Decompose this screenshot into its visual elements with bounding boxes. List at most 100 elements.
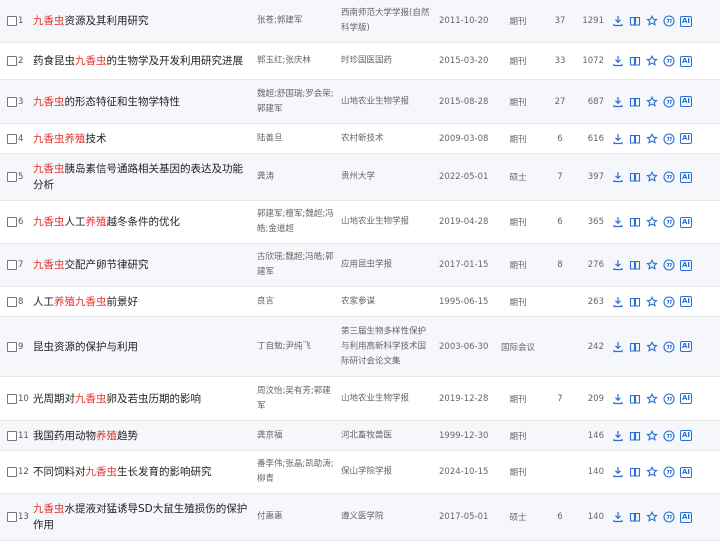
favorite-icon[interactable] (646, 171, 658, 183)
authors[interactable]: 张苍;郭建军 (257, 14, 339, 29)
ai-icon[interactable]: AI (679, 171, 693, 183)
source[interactable]: 西南师范大学学报(自然科学版) (341, 6, 433, 36)
cited-count[interactable]: 7 (548, 172, 572, 182)
authors[interactable]: 番李伟;张晶;凯助涛;柳青 (257, 457, 339, 487)
article-title-link[interactable]: 昆虫资源的保护与利用 (33, 339, 251, 355)
authors[interactable]: 龚涛 (257, 170, 339, 185)
read-online-icon[interactable] (629, 15, 641, 27)
quote-icon[interactable] (663, 340, 675, 353)
quote-icon[interactable] (663, 295, 675, 308)
favorite-icon[interactable] (646, 295, 658, 308)
quote-icon[interactable] (663, 466, 675, 478)
source[interactable]: 保山学院学报 (341, 465, 433, 480)
source[interactable]: 贵州大学 (341, 170, 433, 185)
row-checkbox[interactable] (7, 467, 17, 477)
article-title-link[interactable]: 九香虫资源及其利用研究 (33, 13, 251, 29)
authors[interactable]: 良言 (257, 294, 339, 309)
ai-icon[interactable]: AI (679, 296, 693, 308)
row-checkbox[interactable] (7, 56, 17, 66)
source[interactable]: 农村新技术 (341, 131, 433, 146)
read-online-icon[interactable] (629, 393, 641, 405)
read-online-icon[interactable] (629, 55, 641, 67)
authors[interactable]: 付惠惠 (257, 510, 339, 525)
read-online-icon[interactable] (629, 511, 641, 523)
source[interactable]: 第三届生物多样性保护与利用高新科学技术国际研讨会论文集 (341, 324, 433, 369)
quote-icon[interactable] (663, 259, 675, 271)
ai-icon[interactable]: AI (679, 341, 693, 353)
authors[interactable]: 郭建军;檀军;魏超;冯皓;金道超 (257, 207, 339, 237)
article-title-link[interactable]: 九香虫养殖技术 (33, 131, 251, 147)
download-icon[interactable] (612, 15, 624, 27)
article-title-link[interactable]: 九香虫人工养殖越冬条件的优化 (33, 214, 251, 230)
read-online-icon[interactable] (629, 296, 641, 308)
ai-icon[interactable]: AI (679, 393, 693, 405)
article-title-link[interactable]: 九香虫胰岛素信号通路相关基因的表达及功能分析 (33, 161, 251, 193)
download-icon[interactable] (612, 296, 624, 308)
download-icon[interactable] (612, 511, 624, 523)
download-icon[interactable] (612, 393, 624, 405)
cited-count[interactable]: 37 (548, 16, 572, 26)
quote-icon[interactable] (663, 429, 675, 442)
row-checkbox[interactable] (7, 217, 17, 227)
row-checkbox[interactable] (7, 133, 17, 144)
source[interactable]: 山地农业生物学报 (341, 215, 433, 230)
cited-count[interactable]: 6 (548, 134, 572, 144)
cited-count[interactable]: 33 (548, 56, 572, 66)
article-title-link[interactable]: 九香虫水提液对猛诱导SD大鼠生殖损伤的保护作用 (33, 501, 251, 533)
favorite-icon[interactable] (646, 95, 658, 108)
cited-count[interactable]: 6 (548, 512, 572, 522)
ai-icon[interactable]: AI (679, 216, 693, 228)
download-icon[interactable] (612, 466, 624, 478)
row-checkbox[interactable] (7, 96, 17, 107)
ai-icon[interactable]: AI (679, 259, 693, 271)
download-icon[interactable] (612, 133, 624, 145)
authors[interactable]: 魏超;舒国瑞;罗会荣;郭建军 (257, 87, 339, 117)
read-online-icon[interactable] (629, 466, 641, 478)
source[interactable]: 应用昆虫学报 (341, 258, 433, 273)
download-icon[interactable] (612, 259, 624, 271)
article-title-link[interactable]: 不同饲料对九香虫生长发育的影响研究 (33, 464, 251, 480)
cited-count[interactable]: 6 (548, 217, 572, 227)
authors[interactable]: 陆善旦 (257, 131, 339, 146)
article-title-link[interactable]: 人工养殖九香虫前景好 (33, 294, 251, 310)
read-online-icon[interactable] (629, 216, 641, 228)
read-online-icon[interactable] (629, 259, 641, 271)
cited-count[interactable]: 7 (548, 394, 572, 404)
quote-icon[interactable] (663, 392, 675, 405)
favorite-icon[interactable] (646, 429, 658, 442)
cited-count[interactable]: 27 (548, 97, 572, 107)
source[interactable]: 山地农业生物学报 (341, 94, 433, 109)
ai-icon[interactable]: AI (679, 430, 693, 442)
row-checkbox[interactable] (7, 512, 17, 522)
quote-icon[interactable] (663, 15, 675, 27)
favorite-icon[interactable] (646, 340, 658, 353)
ai-icon[interactable]: AI (679, 511, 693, 523)
authors[interactable]: 龚京福 (257, 428, 339, 443)
authors[interactable]: 郭玉红;张庆林 (257, 54, 339, 69)
quote-icon[interactable] (663, 511, 675, 523)
quote-icon[interactable] (663, 55, 675, 67)
read-online-icon[interactable] (629, 430, 641, 442)
row-checkbox[interactable] (7, 172, 17, 182)
download-icon[interactable] (612, 171, 624, 183)
favorite-icon[interactable] (646, 132, 658, 145)
quote-icon[interactable] (663, 95, 675, 108)
download-icon[interactable] (612, 430, 624, 442)
download-icon[interactable] (612, 216, 624, 228)
row-checkbox[interactable] (7, 341, 17, 352)
source[interactable]: 河北畜牧兽医 (341, 428, 433, 443)
cited-count[interactable]: 8 (548, 260, 572, 270)
read-online-icon[interactable] (629, 341, 641, 353)
favorite-icon[interactable] (646, 15, 658, 27)
authors[interactable]: 古欣瑶;魏超;冯皓;郭建军 (257, 250, 339, 280)
quote-icon[interactable] (663, 216, 675, 228)
article-title-link[interactable]: 药食昆虫九香虫的生物学及开发利用研究进展 (33, 53, 251, 69)
favorite-icon[interactable] (646, 392, 658, 405)
ai-icon[interactable]: AI (679, 15, 693, 27)
quote-icon[interactable] (663, 132, 675, 145)
article-title-link[interactable]: 我国药用动物养殖趋势 (33, 428, 251, 444)
favorite-icon[interactable] (646, 466, 658, 478)
article-title-link[interactable]: 光周期对九香虫卵及若虫历期的影响 (33, 391, 251, 407)
source[interactable]: 山地农业生物学报 (341, 391, 433, 406)
quote-icon[interactable] (663, 171, 675, 183)
